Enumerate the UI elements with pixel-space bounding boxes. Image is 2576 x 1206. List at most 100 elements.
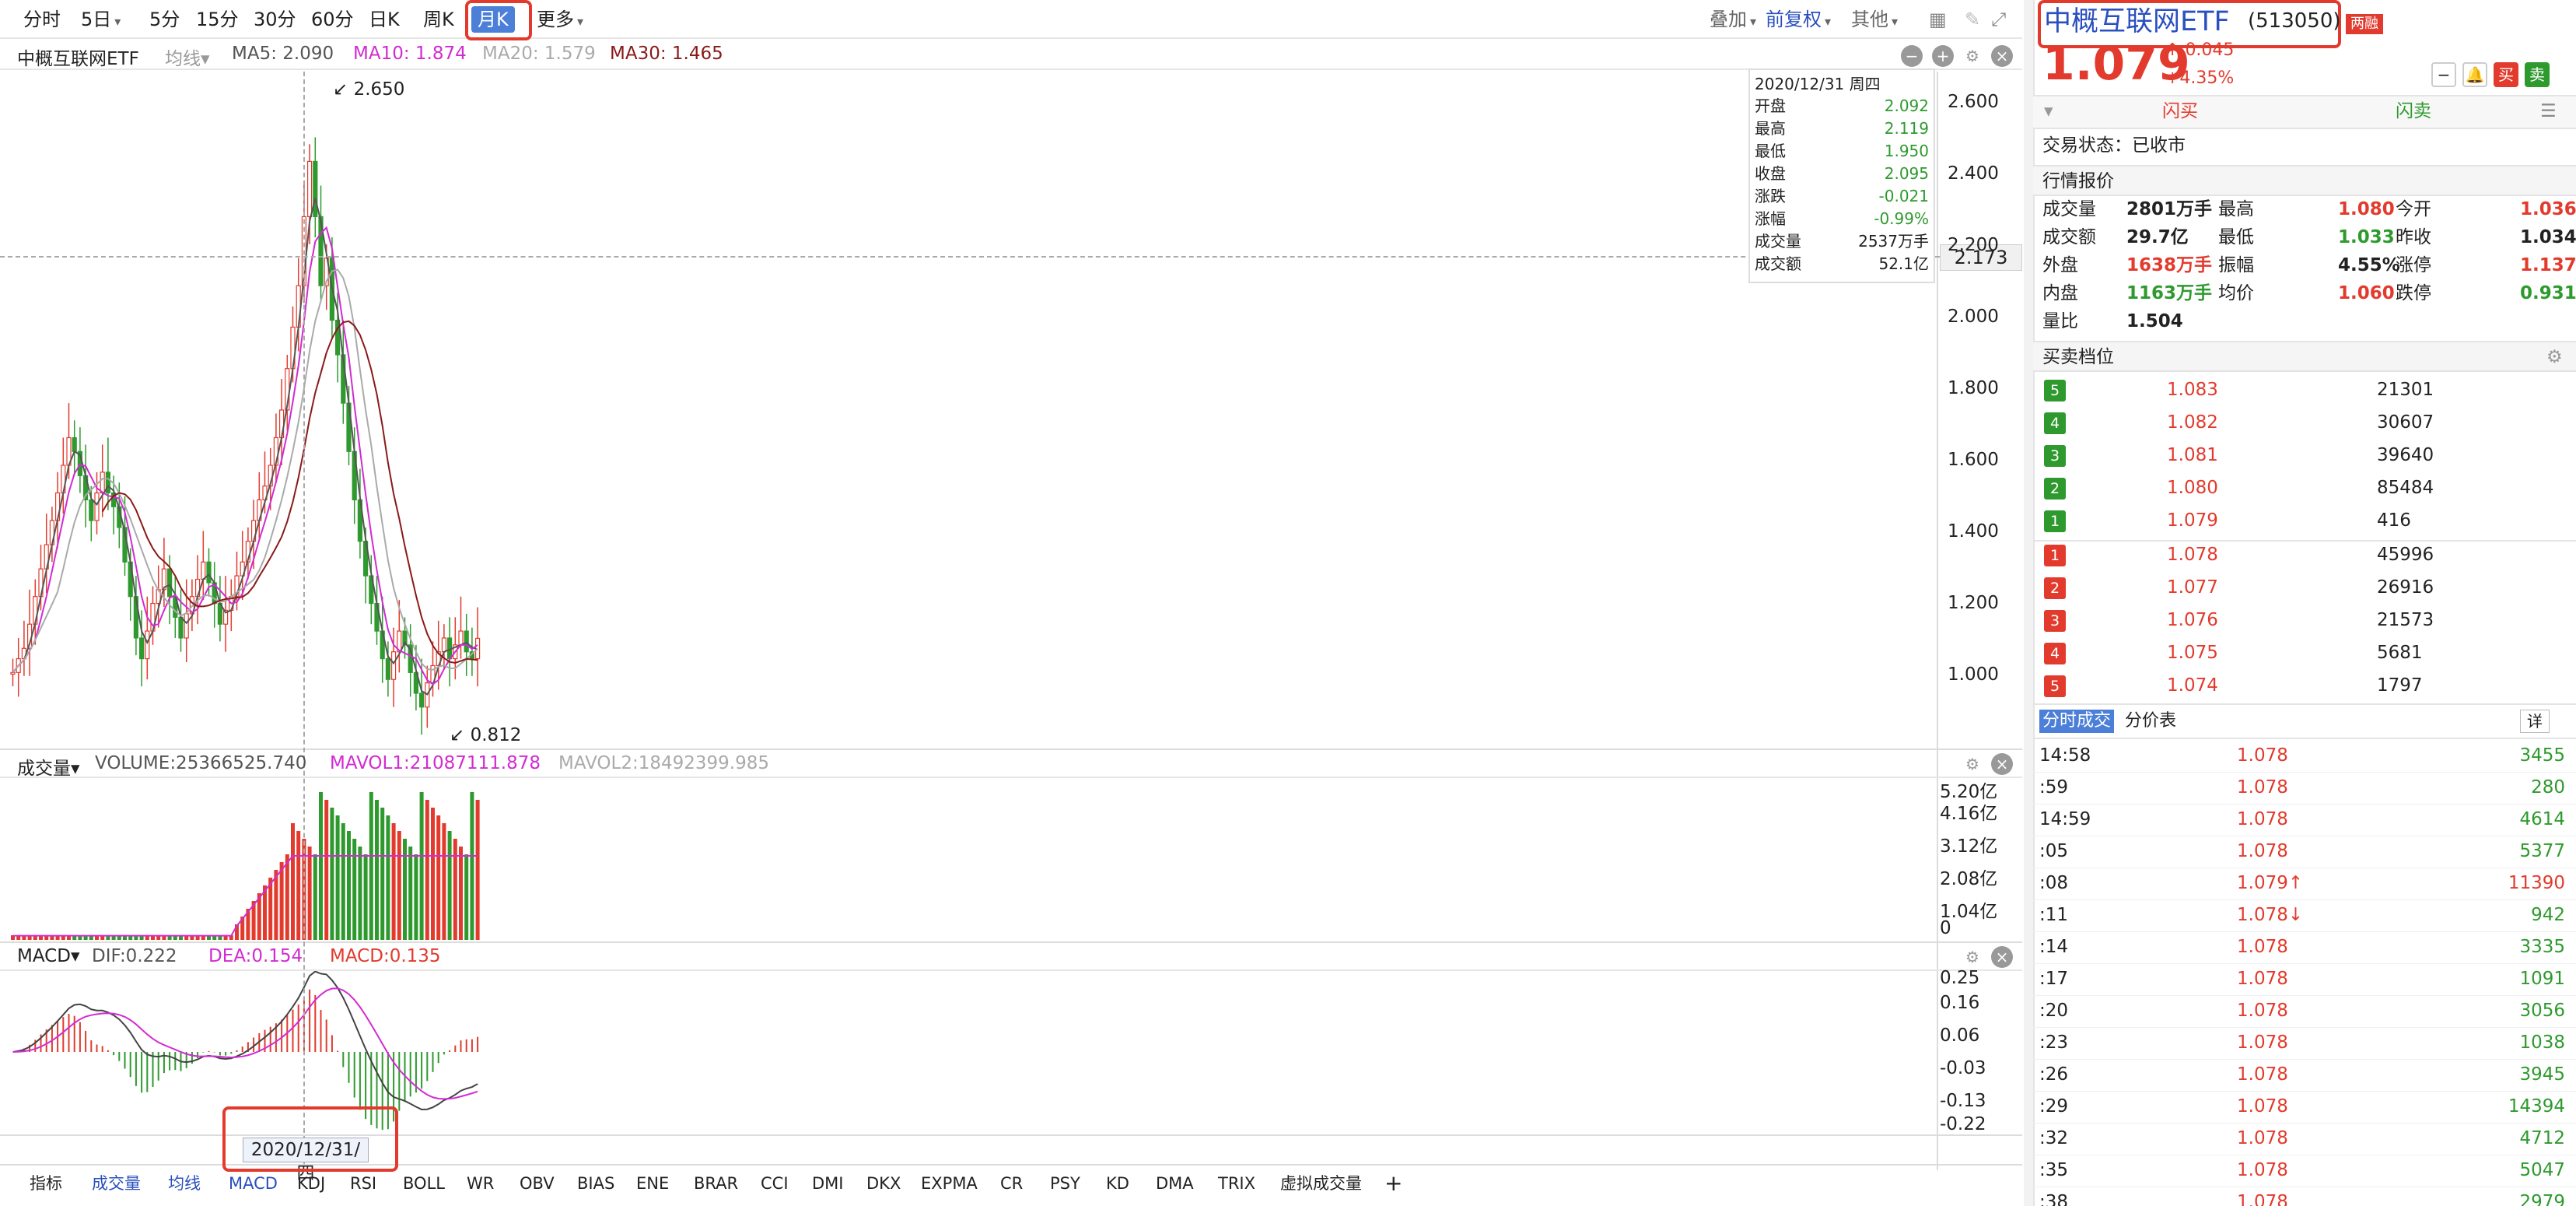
price-tick-label: 1.400 — [1948, 521, 1999, 542]
volume-bar — [296, 831, 301, 940]
indicator-tab[interactable]: CCI — [761, 1172, 789, 1195]
sell-button[interactable]: 卖 — [2525, 62, 2550, 87]
add-icon[interactable]: + — [1932, 45, 1954, 67]
overlay-menu[interactable]: 叠加 ▾ — [1710, 6, 1756, 33]
close-icon[interactable]: × — [1991, 946, 2013, 968]
indicator-tab[interactable]: BOLL — [403, 1172, 445, 1195]
trade-volume: 11390 — [2508, 873, 2565, 893]
volume-tick-label: 4.16亿 — [1940, 804, 1998, 824]
quote-name: 中概互联网ETF — [2044, 6, 2230, 37]
indicator-tab[interactable]: 虚拟成交量 — [1280, 1172, 1362, 1195]
period-30min[interactable]: 30分 — [254, 6, 296, 33]
indicator-tab[interactable]: 均线 — [168, 1172, 201, 1195]
gear-icon[interactable]: ⚙ — [1962, 45, 1983, 67]
margin-badge: 两融 — [2346, 14, 2383, 34]
indicator-tab[interactable]: 成交量 — [92, 1172, 141, 1195]
price-tick-label: 1.800 — [1948, 378, 1999, 398]
period-week-k[interactable]: 周K — [423, 6, 454, 33]
stat-cell: 最高 — [2218, 199, 2254, 219]
period-5day-label: 5日 — [81, 9, 112, 30]
trade-row: :38 1.078 2979 — [2033, 1187, 2576, 1206]
flash-buy-button[interactable]: 闪买 — [2162, 100, 2198, 123]
add-tab-icon[interactable]: + — [1384, 1172, 1402, 1195]
gear-icon[interactable]: ⚙ — [1962, 946, 1983, 968]
gear-icon[interactable]: ⚙ — [2546, 345, 2563, 369]
candle — [89, 499, 94, 521]
period-fenshi[interactable]: 分时 — [23, 6, 61, 33]
volume-indicator-select[interactable]: 成交量▾ — [17, 753, 80, 780]
minus-icon[interactable]: − — [2431, 62, 2456, 87]
tab-price-table[interactable]: 分价表 — [2125, 710, 2176, 733]
panel-gutter — [2024, 0, 2033, 1206]
buy-button[interactable]: 买 — [2494, 62, 2518, 87]
period-5min[interactable]: 5分 — [149, 6, 180, 33]
indicator-tab[interactable]: BRAR — [694, 1172, 738, 1195]
period-15min[interactable]: 15分 — [196, 6, 239, 33]
indicator-tab[interactable]: OBV — [520, 1172, 555, 1195]
stat-cell: 1.033 — [2338, 227, 2395, 247]
trade-price: 1.078 — [2237, 1160, 2288, 1180]
close-icon[interactable]: × — [1991, 45, 2013, 67]
volume-bar — [419, 792, 424, 940]
minimize-icon[interactable]: − — [1901, 45, 1923, 67]
indicator-tab[interactable]: BIAS — [577, 1172, 614, 1195]
bid-volume: 45996 — [2377, 545, 2434, 565]
indicator-tab[interactable]: EXPMA — [921, 1172, 978, 1195]
macd-indicator-label: MACD — [17, 946, 71, 966]
indicator-tab[interactable]: CR — [1000, 1172, 1023, 1195]
adjust-menu[interactable]: 前复权 ▾ — [1766, 6, 1831, 33]
volume-bar — [408, 847, 413, 940]
stat-cell: 成交额 — [2042, 227, 2096, 247]
other-menu[interactable]: 其他 ▾ — [1851, 6, 1898, 33]
stat-cell: 内盘 — [2042, 283, 2078, 303]
trade-price: 1.078 — [2237, 841, 2288, 861]
collapse-icon[interactable]: ▾ — [2044, 100, 2053, 123]
trade-volume: 14394 — [2508, 1096, 2565, 1117]
indicator-tab[interactable]: DMI — [812, 1172, 843, 1195]
indicator-tab[interactable]: WR — [467, 1172, 494, 1195]
period-more[interactable]: 更多 ▾ — [537, 6, 583, 33]
indicator-tab[interactable]: DMA — [1156, 1172, 1194, 1195]
tab-trades[interactable]: 分时成交 — [2039, 710, 2115, 733]
tooltip-value: -0.021 — [1878, 187, 1929, 205]
close-icon[interactable]: × — [1991, 753, 2013, 775]
dif-line — [12, 971, 478, 1110]
stat-cell: 外盘 — [2042, 255, 2078, 275]
section-title: 行情报价 — [2042, 171, 2114, 191]
indicator-tab[interactable]: DKX — [866, 1172, 901, 1195]
flash-sell-button[interactable]: 闪卖 — [2396, 100, 2431, 123]
indicator-tab[interactable]: KD — [1106, 1172, 1129, 1195]
flash-trade-bar: ▾ 闪买 闪卖 ☰ — [2033, 96, 2576, 128]
trade-row: 14:58 1.078 3455 — [2033, 741, 2576, 773]
tooltip-row: 涨跌 -0.021 — [1755, 185, 1929, 207]
bell-icon[interactable]: 🔔 — [2462, 62, 2487, 87]
ma-line-5 — [12, 226, 478, 685]
period-day-k[interactable]: 日K — [369, 6, 400, 33]
orderbook-header: 买卖档位 ⚙ — [2033, 341, 2576, 372]
fullscreen-icon[interactable]: ⤢ — [1991, 6, 2006, 33]
indicator-tab[interactable]: TRIX — [1218, 1172, 1255, 1195]
detail-button[interactable]: 详 — [2520, 710, 2550, 733]
indicator-tab[interactable]: 指标 — [30, 1172, 62, 1195]
volume-bar — [464, 854, 469, 940]
draw-pen-icon[interactable]: ✎ — [1965, 6, 1980, 33]
macd-indicator-select[interactable]: MACD▾ — [17, 946, 80, 966]
volume-bar — [324, 800, 329, 940]
trade-volume: 4614 — [2519, 809, 2565, 829]
volume-tick-label: 3.12亿 — [1940, 836, 1998, 857]
period-60min[interactable]: 60分 — [311, 6, 354, 33]
indicator-tab[interactable]: ENE — [636, 1172, 669, 1195]
menu-icon[interactable]: ☰ — [2540, 100, 2557, 123]
divider — [2033, 128, 2576, 129]
period-5day[interactable]: 5日 ▾ — [81, 6, 121, 33]
indicator-tab[interactable]: PSY — [1050, 1172, 1080, 1195]
indicator-tab[interactable]: RSI — [350, 1172, 376, 1195]
trade-time: :23 — [2039, 1032, 2069, 1053]
indicator-tab[interactable]: KDJ — [297, 1172, 325, 1195]
candle — [206, 561, 212, 584]
layout-icon[interactable]: ▦ — [1929, 6, 1947, 33]
indicator-tab[interactable]: MACD — [229, 1172, 278, 1195]
ma-type-select[interactable]: 均线▾ — [165, 44, 210, 70]
bid-volume: 21573 — [2377, 610, 2434, 630]
gear-icon[interactable]: ⚙ — [1962, 753, 1983, 775]
